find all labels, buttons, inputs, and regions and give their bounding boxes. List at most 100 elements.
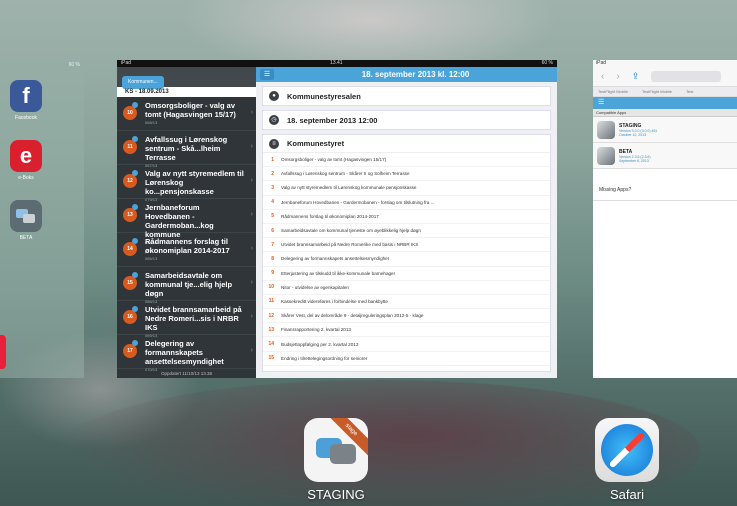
menu-icon[interactable]: ☰ bbox=[260, 69, 274, 80]
back-arrow-icon[interactable]: ‹ bbox=[601, 71, 604, 82]
menu-icon[interactable]: ☰ bbox=[598, 99, 604, 106]
compatible-apps-header: Compatible Apps bbox=[593, 109, 737, 117]
beta-app-icon bbox=[597, 146, 615, 165]
agenda-text: Delegering av formannskapets ansettelses… bbox=[281, 256, 390, 262]
agenda-item[interactable]: 8 Delegering av formannskapets ansettelse… bbox=[263, 252, 550, 267]
safari-tab-bar: TestFlight Mobile TestFlight Mobile Test bbox=[593, 87, 737, 97]
staging-label: STAGING bbox=[307, 487, 365, 502]
meeting-app-card[interactable]: iPad 13.41 60 % Kommunen... KS - 18.09.2… bbox=[117, 60, 557, 378]
item-number-badge: 16 bbox=[123, 310, 137, 324]
staging-app-icon bbox=[597, 120, 615, 139]
agenda-item[interactable]: 1 Omsorgsboliger - valg av tomt (Hagasvin… bbox=[263, 153, 550, 168]
chevron-right-icon: › bbox=[250, 211, 253, 218]
agenda-text: Omsorgsboliger - valg av tomt (Hagasving… bbox=[281, 157, 387, 163]
agenda-number: 6 bbox=[271, 227, 274, 234]
item-title: Omsorgsboliger - valg av tomt (Hagasving… bbox=[145, 101, 236, 119]
chevron-right-icon: › bbox=[250, 279, 253, 286]
agenda-item[interactable]: 7 Utvidet brannsamarbeid på Nedre Romerik… bbox=[263, 238, 550, 253]
sidebar-list: 10 Omsorgsboliger - valg av tomt (Hagasvi… bbox=[117, 97, 256, 372]
agenda-number: 3 bbox=[271, 184, 274, 191]
agenda-item[interactable]: 5 Rådmannens forslag til økonomiplan 2014… bbox=[263, 210, 550, 224]
sidebar-agenda-item[interactable]: 15 Samarbeidsavtale om kommunal tje...eli… bbox=[117, 267, 256, 304]
facebook-label: Facebook bbox=[15, 115, 37, 121]
agenda-text: Kassekreditt videreføres i forbindelse m… bbox=[281, 298, 388, 304]
agenda-number: 9 bbox=[271, 270, 274, 277]
agenda-number: 11 bbox=[268, 298, 274, 305]
url-field[interactable] bbox=[651, 71, 722, 82]
unread-dot-icon bbox=[132, 306, 138, 312]
sidebar-agenda-item[interactable]: 16 Utvidet brannsamarbeid på Nedre Romeri… bbox=[117, 301, 256, 338]
safari-tab[interactable]: TestFlight Mobile bbox=[642, 87, 672, 96]
agenda-list-title: Kommunestyret bbox=[287, 139, 345, 148]
agenda-item[interactable]: 11 Kassekreditt videreføres i forbindelse… bbox=[263, 295, 550, 310]
safari-tab[interactable]: Test bbox=[686, 87, 693, 96]
safari-card[interactable]: iPad ‹ › ⇪ TestFlight Mobile TestFlight … bbox=[593, 60, 737, 378]
location-pin-icon: ● bbox=[269, 91, 279, 101]
chevron-right-icon: › bbox=[250, 143, 253, 150]
forward-arrow-icon[interactable]: › bbox=[616, 71, 619, 82]
agenda-item[interactable]: 13 Finansrapportering 2. kvartal 2013 bbox=[263, 323, 550, 338]
unread-dot-icon bbox=[132, 170, 138, 176]
sidebar-agenda-item[interactable]: 11 Avfallssug i Lørenskog sentrum - Skå..… bbox=[117, 131, 256, 168]
share-icon[interactable]: ⇪ bbox=[632, 71, 640, 82]
agenda-text: Rådmannens forslag til økonomiplan 2014-… bbox=[281, 213, 379, 219]
sidebar-agenda-item[interactable]: 17 Delegering av formannskapets ansettels… bbox=[117, 335, 256, 372]
unread-dot-icon bbox=[132, 340, 138, 346]
detail-pane: ☰ 18. september 2013 kl. 12:00 ● Kommune… bbox=[256, 67, 557, 378]
agenda-item[interactable]: 2 Avfallssug i Lørenskog sentrum - Skårer… bbox=[263, 167, 550, 182]
status-device: iPad bbox=[121, 60, 132, 66]
item-title: Rådmannens forslag til økonomiplan 2014-… bbox=[145, 237, 230, 255]
app-version: Version 3.0.0 (3.0.0) 451 bbox=[619, 128, 658, 133]
sidebar-agenda-item[interactable]: 13 Jernbaneforum Hovedbanen - Gardermoban… bbox=[117, 199, 256, 245]
agenda-text: Valg av nytt styremedlem til Lørenskog k… bbox=[281, 185, 417, 191]
unread-dot-icon bbox=[132, 136, 138, 142]
datetime-row: ◷ 18. september 2013 12:00 bbox=[262, 110, 551, 130]
agenda-item[interactable]: 3 Valg av nytt styremedlem til Lørenskog … bbox=[263, 181, 550, 196]
sidebar-agenda-item[interactable]: 10 Omsorgsboliger - valg av tomt (Hagasvi… bbox=[117, 97, 256, 131]
safari-status-device: iPad bbox=[593, 60, 737, 67]
home-screen-card[interactable]: 60 % f Facebook e e-Boks BETA bbox=[0, 60, 84, 378]
agenda-item[interactable]: 10 Nitor - utvidelse av egenkapitalen bbox=[263, 281, 550, 295]
chevron-right-icon: › bbox=[250, 177, 253, 184]
location-text: Kommunestyresalen bbox=[287, 91, 361, 101]
detail-title: 18. september 2013 kl. 12:00 bbox=[361, 70, 470, 79]
app-card-edge[interactable] bbox=[0, 335, 6, 369]
chevron-right-icon: › bbox=[250, 245, 253, 252]
facebook-app[interactable]: f Facebook bbox=[10, 80, 42, 121]
agenda-item[interactable]: 12 Skårer Vest, del av delområde 9 - deta… bbox=[263, 309, 550, 324]
safari-app-icon[interactable] bbox=[595, 418, 659, 482]
agenda-item[interactable]: 14 Budsjettoppfølging per 2. kvartal 2013 bbox=[263, 337, 550, 352]
agenda-item[interactable]: 15 Endring i tilrettelegingsordning for s… bbox=[263, 352, 550, 366]
safari-tab[interactable]: TestFlight Mobile bbox=[598, 87, 628, 96]
app-date: October 10, 2013 bbox=[619, 132, 647, 137]
item-number-badge: 15 bbox=[123, 276, 137, 290]
agenda-text: Nitor - utvidelse av egenkapitalen bbox=[281, 284, 349, 290]
sidebar-agenda-item[interactable]: 14 Rådmannens forslag til økonomiplan 201… bbox=[117, 233, 256, 267]
sidebar-nav: Kommunen... bbox=[117, 67, 256, 89]
item-title: Samarbeidsavtale om kommunal tje...elig … bbox=[145, 271, 233, 298]
updated-footer: Oppdatert 11/10/13 13.38 bbox=[161, 371, 212, 376]
beta-app[interactable]: BETA bbox=[10, 200, 42, 241]
agenda-item[interactable]: 6 Samarbeidsavtale om kommunal tjeneste o… bbox=[263, 224, 550, 239]
location-row: ● Kommunestyresalen bbox=[262, 86, 551, 106]
agenda-item[interactable]: 9 Etterjustering av tilskudd til ikke-kom… bbox=[263, 267, 550, 281]
staging-app-row[interactable]: STAGING Version 3.0.0 (3.0.0) 451 Octobe… bbox=[593, 117, 737, 143]
beta-app-row[interactable]: BETA Version 2.3.6 (2.3.6) September 6, … bbox=[593, 143, 737, 169]
item-case-number: 085/13 bbox=[145, 256, 158, 261]
item-case-number: 068/13 bbox=[145, 120, 158, 125]
missing-apps-link[interactable]: Missing Apps? bbox=[593, 179, 737, 201]
safari-label: Safari bbox=[610, 487, 644, 502]
chevron-right-icon: › bbox=[250, 347, 253, 354]
eboks-label: e-Boks bbox=[18, 175, 34, 181]
datetime-text: 18. september 2013 12:00 bbox=[287, 115, 378, 125]
sidebar-agenda-item[interactable]: 12 Valg av nytt styremedlem til Lørenskog… bbox=[117, 165, 256, 202]
agenda-number: 7 bbox=[271, 241, 274, 248]
item-number-badge: 14 bbox=[123, 242, 137, 256]
eboks-app[interactable]: e e-Boks bbox=[10, 140, 42, 181]
agenda-item[interactable]: 4 Jernbaneforum Hovedbanen - Gardermobane… bbox=[263, 196, 550, 210]
staging-app-icon[interactable]: stage bbox=[304, 418, 368, 482]
detail-header: ☰ 18. september 2013 kl. 12:00 bbox=[256, 67, 557, 82]
agenda-number: 5 bbox=[271, 213, 274, 220]
chat-bubble-icon bbox=[330, 444, 356, 464]
agenda-text: Utvidet brannsamarbeid på Nedre Romerike… bbox=[281, 242, 419, 248]
